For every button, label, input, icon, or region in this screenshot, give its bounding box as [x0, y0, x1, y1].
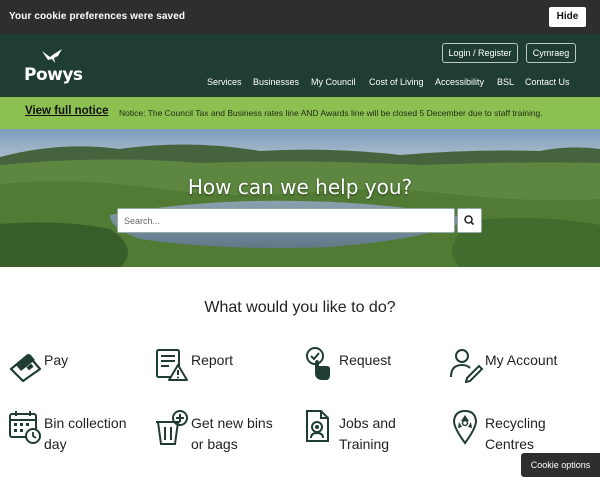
task-label-line1: Get new bins	[191, 415, 273, 431]
main-nav: Services Businesses My Council Cost of L…	[0, 77, 600, 91]
calendar-icon	[9, 411, 41, 444]
nav-businesses[interactable]: Businesses	[253, 77, 299, 87]
nav-cost-of-living[interactable]: Cost of Living	[369, 77, 424, 87]
task-label-line1: Recycling	[485, 415, 546, 431]
kite-bird-icon	[42, 49, 62, 63]
hand-check-icon	[306, 347, 330, 380]
task-label: Request	[339, 352, 392, 368]
task-get-new-bins[interactable]: Get new bins or bags	[155, 410, 295, 454]
task-label: Pay	[44, 352, 69, 368]
task-report[interactable]: Report	[155, 347, 285, 383]
recycling-pin-icon	[452, 410, 478, 445]
task-label-line2: Training	[339, 436, 390, 452]
task-label-line2: Centres	[485, 436, 535, 452]
credit-card-icon	[9, 353, 42, 383]
task-label-line1: Jobs and	[339, 415, 396, 431]
task-label-line1: Bin collection	[44, 415, 127, 431]
task-label-line2: or bags	[191, 436, 238, 452]
notice-text: Notice: The Council Tax and Business rat…	[119, 108, 543, 118]
notice-banner: View full notice Notice: The Council Tax…	[0, 97, 600, 129]
nav-accessibility[interactable]: Accessibility	[435, 77, 484, 87]
cookie-bar: Your cookie preferences were saved Hide	[0, 0, 600, 34]
task-request[interactable]: Request	[303, 347, 433, 383]
tasks-heading: What would you like to do?	[204, 299, 396, 316]
task-label: Report	[191, 352, 234, 368]
hide-cookie-button[interactable]: Hide	[549, 7, 586, 27]
nav-services[interactable]: Services	[207, 77, 242, 87]
login-register-button[interactable]: Login / Register	[442, 43, 518, 63]
task-bin-collection-day[interactable]: Bin collection day	[8, 410, 148, 454]
report-warning-icon	[156, 349, 188, 381]
bin-plus-icon	[156, 410, 188, 445]
search-button[interactable]	[457, 208, 482, 233]
task-jobs-and-training[interactable]: Jobs and Training	[303, 410, 443, 454]
task-label: My Account	[485, 352, 558, 368]
task-pay[interactable]: Pay	[8, 347, 138, 383]
task-my-account[interactable]: My Account	[449, 347, 589, 383]
search-icon	[464, 215, 475, 226]
hero-banner: How can we help you?	[0, 129, 600, 267]
cymraeg-language-button[interactable]: Cymraeg	[526, 43, 576, 63]
task-recycling-centres[interactable]: Recycling Centres	[449, 410, 589, 454]
nav-bsl[interactable]: BSL	[497, 77, 514, 87]
cookie-options-button[interactable]: Cookie options	[521, 453, 600, 477]
site-header: Powys Login / Register Cymraeg Services …	[0, 34, 600, 97]
job-document-icon	[306, 410, 329, 442]
view-full-notice-link[interactable]: View full notice	[25, 105, 109, 117]
nav-my-council[interactable]: My Council	[311, 77, 356, 87]
search-input[interactable]	[117, 208, 455, 233]
task-label-line2: day	[44, 436, 67, 452]
cookie-message: Your cookie preferences were saved	[9, 11, 186, 22]
hero-title: How can we help you?	[187, 175, 413, 199]
nav-contact-us[interactable]: Contact Us	[525, 77, 570, 87]
user-edit-icon	[450, 349, 484, 383]
